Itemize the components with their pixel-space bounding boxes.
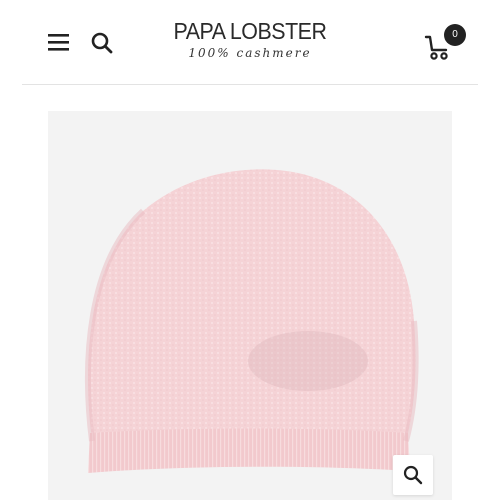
zoom-button[interactable]: [393, 455, 433, 495]
search-icon: [91, 32, 113, 54]
store-logo[interactable]: PAPA LOBSTER 100% cashmere: [150, 18, 350, 60]
product-image-container[interactable]: [48, 111, 452, 500]
menu-button[interactable]: [48, 33, 70, 51]
cart-button[interactable]: 0: [424, 24, 470, 60]
hamburger-menu-icon: [48, 34, 69, 51]
site-header: PAPA LOBSTER 100% cashmere 0: [0, 0, 500, 84]
search-button[interactable]: [90, 31, 114, 55]
product-image: [85, 169, 419, 473]
cart-count-badge: 0: [444, 24, 466, 46]
header-divider: [22, 84, 478, 85]
logo-name: PAPA LOBSTER: [173, 18, 327, 44]
zoom-icon: [403, 465, 423, 485]
page: PAPA LOBSTER 100% cashmere 0: [0, 0, 500, 500]
logo-tagline: 100% cashmere: [188, 46, 312, 60]
